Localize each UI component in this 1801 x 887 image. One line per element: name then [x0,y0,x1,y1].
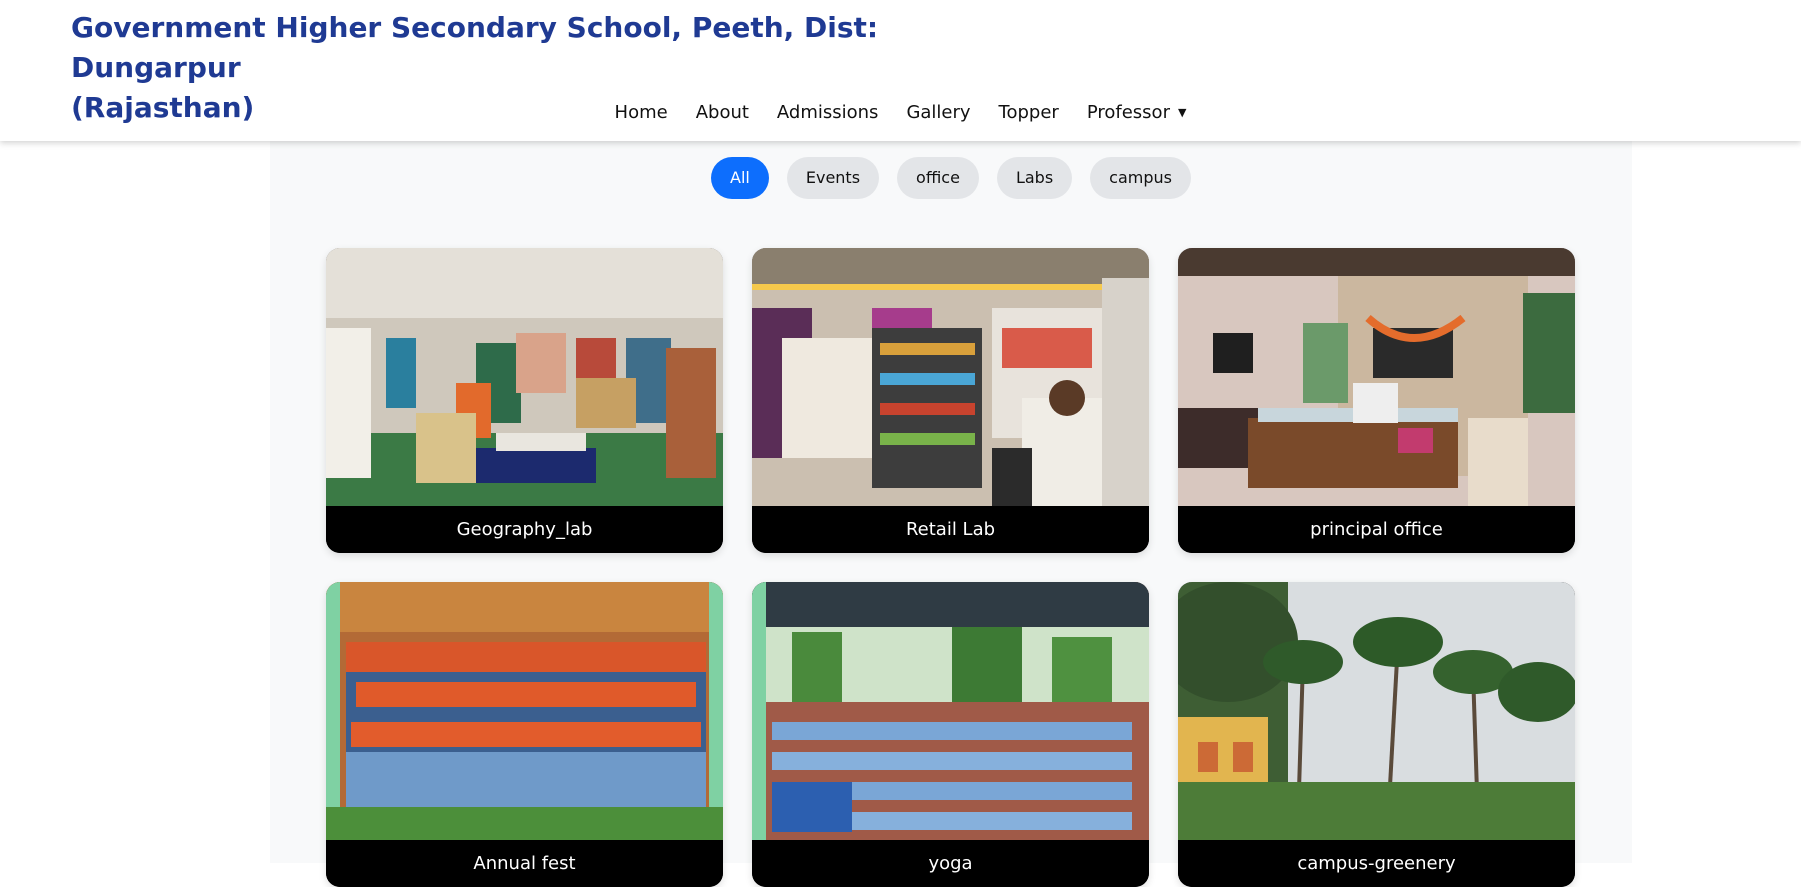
campus-greenery-photo [1178,582,1575,840]
gallery-card-principal-office[interactable]: principal office [1178,248,1575,553]
filter-all[interactable]: All [711,157,769,199]
nav-professor-label: Professor [1086,101,1170,123]
yoga-photo [752,582,1149,840]
nav-gallery[interactable]: Gallery [906,102,970,123]
filter-bar: All Events office Labs campus [270,157,1632,199]
gallery-card-annual-fest[interactable]: Annual fest [326,582,723,887]
card-caption: yoga [752,840,1149,887]
card-caption: Annual fest [326,840,723,887]
annual-fest-photo [326,582,723,840]
gallery-card-campus-greenery[interactable]: campus-greenery [1178,582,1575,887]
principal-office-photo [1178,248,1575,506]
geography-lab-photo [326,248,723,506]
main-nav: Home About Admissions Gallery Topper Pro… [0,98,1801,126]
retail-lab-photo [752,248,1149,506]
gallery-card-yoga[interactable]: yoga [752,582,1149,887]
site-header: Government Higher Secondary School, Peet… [0,0,1801,141]
caret-down-icon: ▼ [1177,106,1187,119]
card-caption: Retail Lab [752,506,1149,553]
nav-about[interactable]: About [696,102,749,123]
site-title-line1: Government Higher Secondary School, Peet… [71,11,879,84]
nav-home[interactable]: Home [615,102,668,123]
card-caption: principal office [1178,506,1575,553]
filter-campus[interactable]: campus [1090,157,1191,199]
gallery-card-retail-lab[interactable]: Retail Lab [752,248,1149,553]
nav-topper[interactable]: Topper [999,102,1059,123]
nav-professor-dropdown[interactable]: Professor ▼ [1087,102,1187,123]
filter-events[interactable]: Events [786,157,880,199]
filter-labs[interactable]: Labs [996,157,1073,199]
filter-office[interactable]: office [897,157,979,199]
card-caption: Geography_lab [326,506,723,553]
nav-admissions[interactable]: Admissions [777,102,879,123]
gallery-section: All Events office Labs campus Geography_… [270,141,1632,887]
card-caption: campus-greenery [1178,840,1575,887]
gallery-card-geography-lab[interactable]: Geography_lab [326,248,723,553]
